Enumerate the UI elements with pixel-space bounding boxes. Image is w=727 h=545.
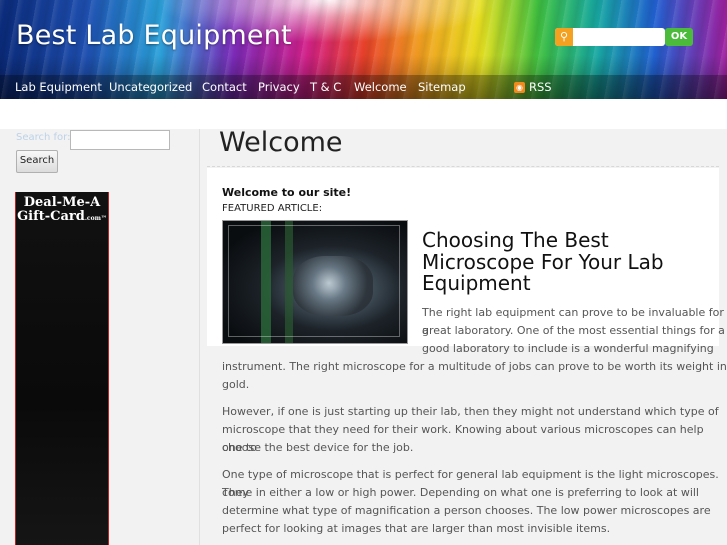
nav-item-sitemap[interactable]: Sitemap	[418, 80, 466, 94]
article-line: great laboratory. One of the most essent…	[422, 324, 725, 337]
title-divider	[207, 166, 719, 167]
page-title: Welcome	[219, 127, 343, 158]
nav-item-uncategorized[interactable]: Uncategorized	[109, 80, 192, 94]
rss-icon[interactable]: ◉	[514, 82, 525, 93]
ad-logo-line1: Deal-Me-A	[23, 195, 101, 210]
ad-logo-suffix: .com™	[84, 215, 107, 222]
microscope-image[interactable]	[222, 220, 408, 344]
ad-banner[interactable]: Deal-Me-A Gift-Card.com™	[15, 192, 109, 545]
ad-logo-line2: Gift-Card	[17, 209, 85, 224]
article-line: However, if one is just starting up thei…	[222, 405, 719, 418]
nav-item-lab-equipment[interactable]: Lab Equipment	[15, 80, 102, 94]
ad-logo: Deal-Me-A Gift-Card.com™	[16, 196, 108, 226]
article-line: choose the best device for the job.	[222, 441, 414, 454]
nav-item-contact[interactable]: Contact	[202, 80, 247, 94]
image-detail	[228, 225, 400, 337]
article-line: determine what type of magnification a p…	[222, 504, 711, 517]
sidebar-search-button[interactable]: Search	[16, 150, 58, 173]
article-line: good laboratory to include is a wonderfu…	[422, 342, 714, 355]
nav-item-welcome[interactable]: Welcome	[354, 80, 407, 94]
sidebar-search-input[interactable]	[70, 130, 170, 150]
featured-label: FEATURED ARTICLE:	[222, 203, 323, 214]
search-icon: ⚲	[555, 28, 573, 46]
welcome-heading: Welcome to our site!	[222, 186, 352, 199]
article-line: instrument. The right microscope for a m…	[222, 360, 727, 373]
site-title[interactable]: Best Lab Equipment	[16, 20, 292, 51]
header-spacer	[0, 99, 727, 129]
article-title[interactable]: Choosing The Best Microscope For Your La…	[422, 229, 712, 295]
article-line: come in either a low or high power. Depe…	[222, 486, 699, 499]
nav-item-tc[interactable]: T & C	[310, 80, 341, 94]
header-search-button[interactable]: OK	[665, 28, 693, 46]
nav-item-privacy[interactable]: Privacy	[258, 80, 300, 94]
sidebar-search-label: Search for:	[16, 132, 71, 143]
rss-link[interactable]: RSS	[529, 80, 552, 94]
article-line: gold.	[222, 378, 250, 391]
article-line: perfect for looking at images that are l…	[222, 522, 611, 535]
header-search-input[interactable]	[575, 29, 661, 43]
header-search-box[interactable]: ⚲	[555, 28, 665, 46]
